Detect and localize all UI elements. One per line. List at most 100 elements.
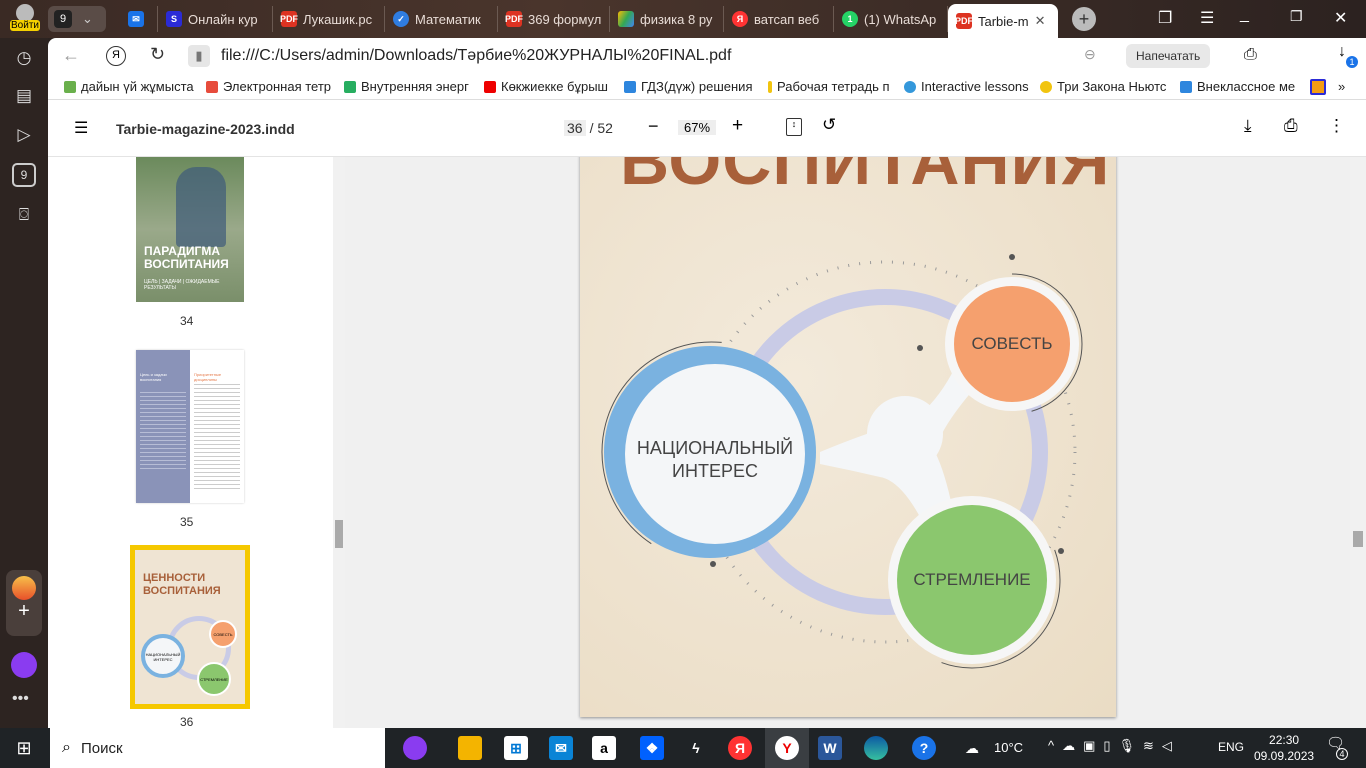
restore-button[interactable]: ❐ (1290, 8, 1303, 25)
tab-active[interactable]: PDF Tarbie-m ✕ (948, 4, 1058, 38)
dropbox-icon[interactable]: ❖ (640, 736, 664, 760)
search-box[interactable]: ⌕ Поиск (50, 728, 385, 768)
bookmark[interactable]: дайын үй жұмыста (64, 79, 194, 94)
download-icon[interactable]: ↓ (1338, 43, 1346, 61)
more-icon[interactable]: ••• (12, 690, 29, 708)
bookmark[interactable] (1310, 79, 1326, 95)
yandex-icon[interactable]: Я (728, 736, 752, 760)
minimize-button[interactable]: _ (1240, 6, 1249, 24)
address-bar: ← Я ↻ ▮ file:///C:/Users/admin/Downloads… (48, 38, 1366, 74)
task-view-icon[interactable]: ⧉ (350, 736, 374, 760)
thumbnail-34[interactable]: ПАРАДИГМА ВОСПИТАНИЯ ЦЕЛЬ | ЗАДАЧИ | ОЖИ… (136, 157, 244, 302)
screenshot-icon[interactable]: ⌼ (12, 203, 36, 227)
file-explorer-icon[interactable] (458, 736, 482, 760)
reload-icon[interactable]: ↻ (150, 44, 165, 65)
print-button[interactable]: Напечатать (1126, 44, 1211, 68)
sidebar-badge[interactable]: 9 (12, 163, 36, 187)
zoom-in-button[interactable]: + (732, 115, 743, 137)
download-icon[interactable]: ⤓ (1244, 116, 1252, 136)
back-icon[interactable]: ← (62, 45, 80, 66)
tab[interactable]: PDF Лукашик.рс (273, 6, 385, 32)
drive-icon (618, 11, 634, 27)
bookmark[interactable]: Внеклассное ме (1180, 79, 1295, 94)
tab-count-button[interactable]: 9 ⌄ (48, 6, 106, 32)
tab[interactable]: ✓ Математик (385, 6, 498, 32)
yandex-browser-icon: Y (775, 736, 799, 760)
menu-icon[interactable]: ☰ (1200, 8, 1214, 28)
amazon-icon[interactable]: a (592, 736, 616, 760)
clock[interactable]: 22:30 09.09.2023 (1254, 732, 1314, 764)
thumbnail-35[interactable]: Цель и задачи воспитания Приоритетные ди… (136, 350, 244, 503)
bookmarks-icon[interactable]: ❐ (1158, 8, 1172, 28)
video-icon[interactable]: ▷ (12, 123, 36, 147)
thumb-circle: СОВЕСТЬ (209, 620, 237, 648)
zoom-input[interactable]: 67% (678, 120, 717, 135)
tab-label: Tarbie-m (978, 13, 1029, 29)
thumbnail-36-selected[interactable]: ЦЕННОСТИ ВОСПИТАНИЯ НАЦИОНАЛЬНЫЙ ИНТЕРЕС… (130, 545, 250, 709)
more-options-icon[interactable]: ⋮ (1328, 116, 1345, 136)
windows-start-icon[interactable]: ⊞ (12, 736, 36, 760)
bookmark[interactable]: Interactive lessons (904, 79, 1029, 94)
tab[interactable]: физика 8 ру (610, 6, 724, 32)
bookmark[interactable]: Рабочая тетрадь п (768, 79, 890, 94)
alice-icon[interactable] (403, 736, 427, 760)
tray-icons[interactable]: ^☁▣▯🎙≋◁ (1048, 738, 1180, 754)
collections-icon[interactable]: ▤ (12, 84, 36, 108)
bookmark[interactable]: Электронная тетр (206, 79, 331, 94)
page-input[interactable]: 36 (564, 120, 586, 136)
scrollbar-thumb[interactable] (335, 520, 343, 548)
close-window-button[interactable]: ✕ (1334, 8, 1347, 28)
language[interactable]: ENG (1218, 740, 1244, 754)
tab[interactable]: Яватсап веб (724, 6, 834, 32)
print-icon[interactable]: ⎙ (1284, 116, 1298, 136)
tab[interactable]: PDF 369 формул (498, 6, 610, 32)
bookmark[interactable]: Көкжиекке бұрыш (484, 79, 608, 94)
check-icon: ✓ (393, 11, 409, 27)
menu-icon[interactable]: ☰ (74, 118, 88, 138)
zoom-out-button[interactable]: − (648, 116, 659, 137)
url-field[interactable]: file:///C:/Users/admin/Downloads/Тәрбие%… (221, 47, 731, 65)
pdf-page: ВОСПИТАНИЯ НАЦИОНАЛЬНЫЙ ИНТЕРЕС СОВЕСТЬ … (580, 157, 1116, 717)
mail-app-icon[interactable] (12, 576, 36, 600)
label-aspiration: СТРЕМЛЕНИЕ (913, 570, 1031, 589)
scrollbar-thumb[interactable] (1353, 531, 1363, 547)
yandex-home-icon[interactable]: Я (106, 46, 126, 66)
bookmark[interactable]: ГДЗ(дүж) решения (624, 79, 752, 94)
store-icon[interactable]: ⊞ (504, 736, 528, 760)
mail-icon[interactable]: ✉ (549, 736, 573, 760)
login-label: Войти (10, 20, 40, 31)
add-icon[interactable]: + (6, 600, 42, 623)
rotate-icon[interactable]: ↺ (822, 115, 836, 135)
bookmark[interactable]: Внутренняя энерг (344, 79, 469, 94)
help-icon[interactable]: ? (912, 736, 936, 760)
fit-page-icon[interactable]: ↕ (786, 118, 802, 136)
bookmark[interactable]: Три Закона Ньютс (1040, 79, 1166, 94)
download-badge: 1 (1346, 56, 1358, 68)
edge-icon[interactable] (864, 736, 888, 760)
zoom-out-icon[interactable]: ⊖ (1084, 46, 1096, 63)
books-icon (64, 80, 76, 93)
profile-button[interactable]: Войти (10, 4, 40, 34)
more-bookmarks[interactable]: » (1338, 79, 1345, 94)
word-icon[interactable]: W (818, 736, 842, 760)
thumbnail-scrollbar[interactable] (333, 157, 345, 728)
pdf-icon: PDF (505, 11, 523, 27)
thumb-circle: НАЦИОНАЛЬНЫЙ ИНТЕРЕС (141, 634, 185, 678)
alice-icon[interactable] (11, 652, 37, 678)
weather-icon[interactable]: ☁ (960, 736, 984, 760)
sh-icon (1310, 79, 1326, 95)
sidebar-apps: + (6, 570, 42, 636)
main-scrollbar[interactable] (1350, 157, 1366, 728)
youtube-icon (484, 80, 496, 93)
close-tab-icon[interactable]: ✕ (1035, 13, 1046, 29)
yandex-browser-active[interactable]: Y (765, 728, 809, 768)
tab[interactable]: 1 (1) WhatsAp (834, 6, 948, 32)
tab-mail[interactable]: ✉ (120, 6, 158, 32)
tab[interactable]: S Онлайн кур (158, 6, 273, 32)
pdf-icon: PDF (280, 11, 298, 27)
extensions-icon[interactable]: ⎙ (1244, 46, 1257, 64)
new-tab-button[interactable]: + (1072, 7, 1096, 31)
app-icon[interactable]: ϟ (684, 736, 708, 760)
history-icon[interactable]: ◷ (12, 46, 36, 70)
temperature: 10°C (994, 740, 1024, 755)
